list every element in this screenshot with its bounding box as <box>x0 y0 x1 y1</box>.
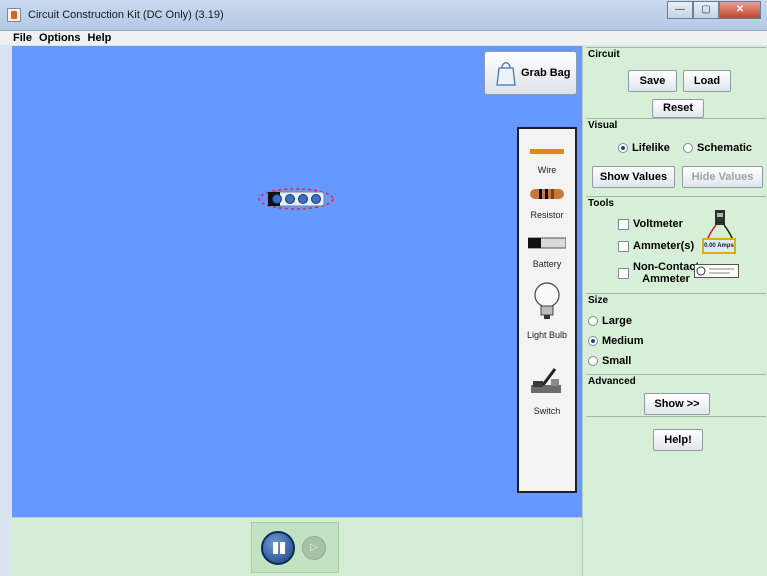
grab-bag-label: Grab Bag <box>521 67 571 79</box>
size-small-radio[interactable] <box>588 356 598 366</box>
close-button[interactable]: ✕ <box>719 1 761 19</box>
noncontact-ammeter-label: Non-Contact Ammeter <box>633 261 699 285</box>
toolbox-battery[interactable]: Battery <box>519 236 575 269</box>
schematic-radio[interactable] <box>683 143 693 153</box>
size-large-radio[interactable] <box>588 316 598 326</box>
lifelike-radio[interactable] <box>618 143 628 153</box>
control-panel: Circuit Save Load Reset Visual Lifelike … <box>582 46 767 576</box>
window-title: Circuit Construction Kit (DC Only) (3.19… <box>28 9 224 21</box>
toolbox-battery-label: Battery <box>532 259 562 269</box>
switch-icon <box>531 368 561 393</box>
toolbox-resistor-label: Resistor <box>530 210 564 220</box>
noncontact-ammeter-icon <box>694 264 739 278</box>
menu-options[interactable]: Options <box>39 32 81 44</box>
menu-help[interactable]: Help <box>88 32 112 44</box>
ammeter-icon: 0.00 Amps <box>702 238 736 254</box>
tools-group-title: Tools <box>588 198 614 209</box>
voltmeter-label: Voltmeter <box>633 218 683 230</box>
toolbox-switch-label: Switch <box>533 406 561 416</box>
step-button[interactable]: ▷ <box>302 536 326 560</box>
size-medium-option[interactable]: Medium <box>588 335 644 347</box>
ammeter-reading: 0.00 Amps <box>704 243 734 249</box>
shopping-bag-icon <box>496 62 516 86</box>
help-button[interactable]: Help! <box>653 429 703 451</box>
visual-group-title: Visual <box>588 120 618 131</box>
title-bar: Circuit Construction Kit (DC Only) (3.19… <box>0 0 767 31</box>
grab-bag-button[interactable]: Grab Bag <box>484 51 577 95</box>
ammeter-checkbox[interactable] <box>618 241 629 252</box>
size-medium-label: Medium <box>602 335 644 347</box>
minimize-button[interactable]: — <box>667 1 693 19</box>
size-small-label: Small <box>602 355 632 367</box>
simulation-controls: ▷ <box>12 517 582 576</box>
size-group-title: Size <box>588 295 609 306</box>
wire-icon <box>530 149 564 154</box>
component-toolbox: Wire Resistor Battery Light Bulb Switch <box>517 127 577 493</box>
playback-box: ▷ <box>251 522 339 573</box>
ammeter-label: Ammeter(s) <box>633 240 695 252</box>
noncontact-ammeter-option[interactable]: Non-Contact Ammeter <box>618 261 699 285</box>
size-large-label: Large <box>602 315 632 327</box>
placed-resistor[interactable] <box>257 187 335 211</box>
show-values-button[interactable]: Show Values <box>592 166 675 188</box>
toolbox-resistor[interactable]: Resistor <box>519 187 575 220</box>
menu-bar: File Options Help <box>0 31 767 45</box>
voltmeter-icon <box>706 210 734 241</box>
noncontact-ammeter-checkbox[interactable] <box>618 268 629 279</box>
toolbox-light-bulb[interactable]: Light Bulb <box>519 281 575 340</box>
size-group: Size Large Medium Small <box>586 293 766 373</box>
pause-button[interactable] <box>261 531 295 565</box>
voltmeter-checkbox[interactable] <box>618 219 629 230</box>
schematic-label: Schematic <box>697 142 753 154</box>
advanced-show-button[interactable]: Show >> <box>644 393 710 415</box>
toolbox-light-bulb-label: Light Bulb <box>526 330 568 340</box>
window-controls: — ▢ ✕ <box>667 1 761 19</box>
save-button[interactable]: Save <box>628 70 677 92</box>
noncontact-line-2: Ammeter <box>642 273 690 285</box>
noncontact-line-1: Non-Contact <box>633 261 699 273</box>
ammeter-option[interactable]: Ammeter(s) <box>618 240 694 252</box>
load-button[interactable]: Load <box>683 70 731 92</box>
reset-button[interactable]: Reset <box>652 99 704 118</box>
hide-values-button[interactable]: Hide Values <box>682 166 763 188</box>
voltmeter-option[interactable]: Voltmeter <box>618 218 683 230</box>
tools-group: Tools Voltmeter Ammeter(s) 0.00 Amps Non… <box>586 196 766 290</box>
light-bulb-icon <box>534 282 560 319</box>
advanced-group: Advanced Show >> <box>586 374 766 416</box>
maximize-button[interactable]: ▢ <box>693 1 719 19</box>
size-medium-radio[interactable] <box>588 336 598 346</box>
resistor-icon <box>530 189 564 199</box>
battery-icon <box>527 237 567 249</box>
toolbox-wire-label: Wire <box>537 165 557 175</box>
lifelike-label: Lifelike <box>632 142 670 154</box>
circuit-canvas[interactable]: Grab Bag Wire Resistor Battery Light Bul… <box>12 46 582 517</box>
toolbox-wire[interactable]: Wire <box>519 143 575 175</box>
visual-group: Visual Lifelike Schematic Show Values Hi… <box>586 118 766 196</box>
lifelike-option[interactable]: Lifelike <box>618 142 670 154</box>
size-large-option[interactable]: Large <box>588 315 632 327</box>
schematic-option[interactable]: Schematic <box>683 142 752 154</box>
help-group: Help! <box>586 416 766 456</box>
toolbox-switch[interactable]: Switch <box>519 365 575 416</box>
menu-file[interactable]: File <box>13 32 32 44</box>
circuit-group-title: Circuit <box>588 49 620 60</box>
size-small-option[interactable]: Small <box>588 355 631 367</box>
circuit-group: Circuit Save Load Reset <box>586 47 766 118</box>
advanced-group-title: Advanced <box>588 376 636 387</box>
app-icon <box>7 8 21 22</box>
